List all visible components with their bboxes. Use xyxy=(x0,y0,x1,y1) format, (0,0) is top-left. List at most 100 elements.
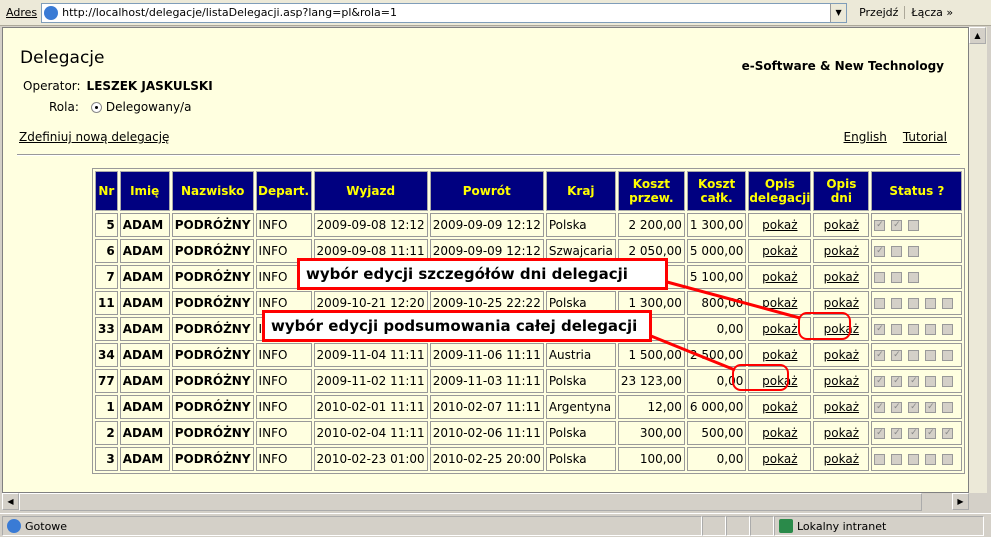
status-checkbox[interactable]: ✓ xyxy=(925,428,937,439)
show-days-link[interactable]: pokaż xyxy=(824,426,859,440)
status-checkbox[interactable]: ✓ xyxy=(942,428,954,439)
show-delegation-link[interactable]: pokaż xyxy=(762,270,797,284)
status-checkbox[interactable] xyxy=(925,298,937,309)
status-checkbox[interactable] xyxy=(925,350,937,361)
status-checkbox[interactable] xyxy=(874,298,886,309)
status-checkbox[interactable] xyxy=(925,376,937,387)
role-value: Delegowany/a xyxy=(105,100,192,114)
ie-icon xyxy=(7,519,21,533)
status-checkbox[interactable]: ✓ xyxy=(891,220,903,231)
status-checkbox[interactable]: ✓ xyxy=(908,428,920,439)
status-checkbox[interactable]: ✓ xyxy=(874,402,886,413)
links-button[interactable]: Łącza » xyxy=(905,6,959,19)
status-checkbox[interactable]: ✓ xyxy=(891,376,903,387)
scroll-thumb[interactable] xyxy=(19,493,922,511)
status-checkbox[interactable]: ✓ xyxy=(908,402,920,413)
new-delegation-link[interactable]: Zdefiniuj nową delegację xyxy=(19,130,169,144)
cell-powrot: 2009-09-09 12:12 xyxy=(429,213,544,237)
show-days-link[interactable]: pokaż xyxy=(824,218,859,232)
status-checkbox[interactable]: ✓ xyxy=(874,376,886,387)
url-dropdown-button[interactable]: ▼ xyxy=(830,3,847,22)
status-checkbox[interactable]: ✓ xyxy=(891,350,903,361)
show-days-link[interactable]: pokaż xyxy=(824,374,859,388)
role-radio[interactable] xyxy=(90,101,102,113)
status-checkbox[interactable] xyxy=(942,376,954,387)
status-checkbox[interactable] xyxy=(942,298,954,309)
cell-opis: pokaż xyxy=(748,421,812,445)
status-checkbox[interactable]: ✓ xyxy=(891,428,903,439)
cell-kraj: Argentyna xyxy=(545,395,616,419)
status-checkbox[interactable]: ✓ xyxy=(925,402,937,413)
status-checkbox[interactable] xyxy=(942,402,954,413)
show-delegation-link[interactable]: pokaż xyxy=(762,322,797,336)
cell-kraj: Polska xyxy=(545,369,616,393)
status-checkbox[interactable] xyxy=(908,220,920,231)
show-delegation-link[interactable]: pokaż xyxy=(762,374,797,388)
cell-opis: pokaż xyxy=(748,291,812,315)
show-delegation-link[interactable]: pokaż xyxy=(762,218,797,232)
scroll-right-button[interactable]: ▶ xyxy=(952,493,969,510)
show-days-link[interactable]: pokaż xyxy=(824,296,859,310)
horizontal-scrollbar[interactable]: ◀ ▶ xyxy=(2,493,969,511)
cell-calk: 6 000,00 xyxy=(686,395,747,419)
status-checkbox[interactable] xyxy=(908,246,920,257)
cell-kraj: Polska xyxy=(545,421,616,445)
show-days-link[interactable]: pokaż xyxy=(824,452,859,466)
cell-opis: pokaż xyxy=(748,447,812,471)
cell-nr: 3 xyxy=(95,447,118,471)
status-checkbox[interactable] xyxy=(925,324,937,335)
status-checkbox[interactable]: ✓ xyxy=(874,324,886,335)
show-days-link[interactable]: pokaż xyxy=(824,270,859,284)
column-header: Depart. xyxy=(255,171,312,211)
tutorial-link[interactable]: Tutorial xyxy=(903,130,947,144)
show-days-link[interactable]: pokaż xyxy=(824,244,859,258)
zone-text: Lokalny intranet xyxy=(797,519,887,533)
cell-imie: ADAM xyxy=(119,421,170,445)
status-checkbox[interactable] xyxy=(908,350,920,361)
url-input[interactable]: http://localhost/delegacje/listaDelegacj… xyxy=(41,2,848,23)
status-checkbox[interactable] xyxy=(942,454,954,465)
status-checkbox[interactable] xyxy=(891,298,903,309)
status-checkbox[interactable] xyxy=(908,272,920,283)
status-checkbox[interactable] xyxy=(874,272,886,283)
status-checkbox[interactable] xyxy=(891,246,903,257)
cell-status: ✓ xyxy=(871,317,963,341)
show-delegation-link[interactable]: pokaż xyxy=(762,348,797,362)
cell-nazwisko: PODRÓŻNY xyxy=(171,317,254,341)
status-checkbox[interactable] xyxy=(874,454,886,465)
status-checkbox[interactable] xyxy=(891,324,903,335)
show-days-link[interactable]: pokaż xyxy=(824,400,859,414)
cell-calk: 1 300,00 xyxy=(686,213,747,237)
show-delegation-link[interactable]: pokaż xyxy=(762,244,797,258)
status-checkbox[interactable]: ✓ xyxy=(874,220,886,231)
status-checkbox[interactable] xyxy=(942,324,954,335)
status-checkbox[interactable] xyxy=(925,454,937,465)
cell-nazwisko: PODRÓŻNY xyxy=(171,395,254,419)
show-days-link[interactable]: pokaż xyxy=(824,322,859,336)
show-delegation-link[interactable]: pokaż xyxy=(762,426,797,440)
cell-imie: ADAM xyxy=(119,317,170,341)
status-checkbox[interactable] xyxy=(891,454,903,465)
scroll-left-button[interactable]: ◀ xyxy=(2,493,19,510)
status-checkbox[interactable] xyxy=(908,298,920,309)
cell-dni: pokaż xyxy=(813,447,870,471)
status-checkbox[interactable] xyxy=(908,454,920,465)
show-delegation-link[interactable]: pokaż xyxy=(762,400,797,414)
show-delegation-link[interactable]: pokaż xyxy=(762,452,797,466)
cell-nazwisko: PODRÓŻNY xyxy=(171,265,254,289)
status-checkbox[interactable]: ✓ xyxy=(874,246,886,257)
status-checkbox[interactable]: ✓ xyxy=(874,350,886,361)
column-header: Nr xyxy=(95,171,118,211)
status-checkbox[interactable]: ✓ xyxy=(874,428,886,439)
show-delegation-link[interactable]: pokaż xyxy=(762,296,797,310)
scroll-up-button[interactable]: ▲ xyxy=(969,27,986,44)
status-checkbox[interactable] xyxy=(908,324,920,335)
show-days-link[interactable]: pokaż xyxy=(824,348,859,362)
go-button[interactable]: Przejdź xyxy=(853,6,906,19)
status-checkbox[interactable] xyxy=(891,272,903,283)
status-checkbox[interactable] xyxy=(942,350,954,361)
status-checkbox[interactable]: ✓ xyxy=(908,376,920,387)
status-checkbox[interactable]: ✓ xyxy=(891,402,903,413)
english-link[interactable]: English xyxy=(844,130,887,144)
vertical-scrollbar[interactable]: ▲ xyxy=(969,27,987,493)
